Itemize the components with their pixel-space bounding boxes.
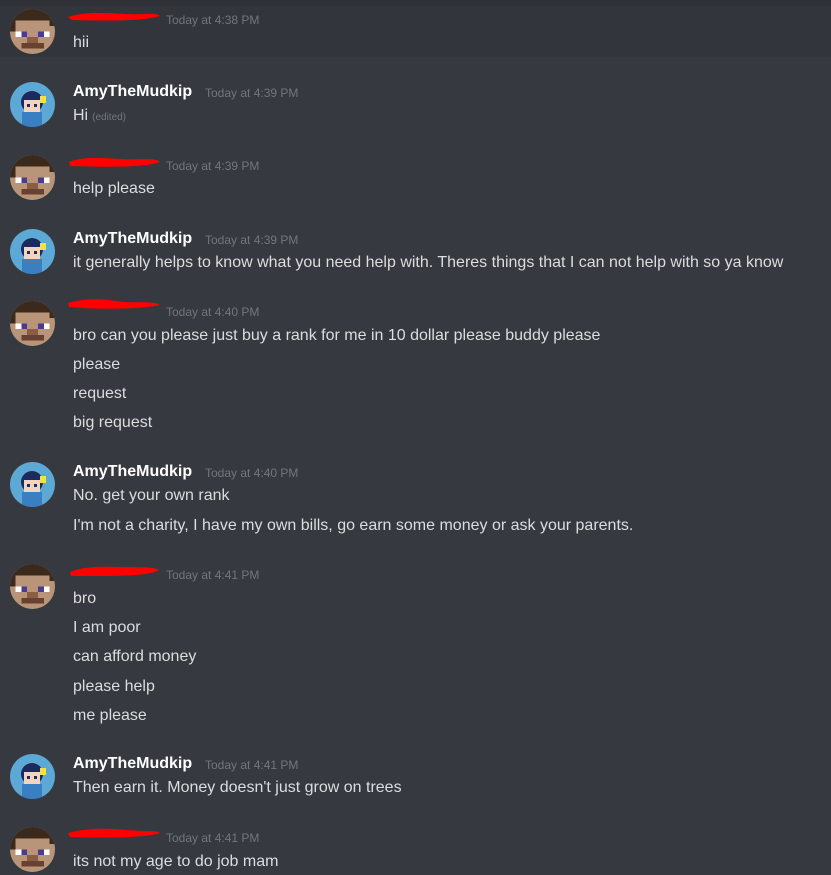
message-text: help please <box>73 180 155 197</box>
message-timestamp: Today at 4:41 PM <box>166 831 260 845</box>
message-text: can afford money <box>73 648 197 665</box>
message-text: hii <box>73 34 90 51</box>
steve-avatar[interactable] <box>10 9 55 54</box>
message-timestamp: Today at 4:41 PM <box>166 568 260 582</box>
message-group: AmyTheMudkip Today at 4:41 PM Then earn … <box>0 754 831 806</box>
message-timestamp: Today at 4:41 PM <box>205 758 299 772</box>
message-timestamp: Today at 4:39 PM <box>205 86 299 100</box>
edited-label: (edited) <box>92 112 127 123</box>
redacted-username <box>69 157 160 167</box>
message-text: bro <box>73 590 97 607</box>
redacted-username <box>70 566 159 577</box>
message-group: Today at 4:38 PM hii <box>0 6 831 57</box>
message-text: Then earn it. Money doesn't just grow on… <box>73 779 402 796</box>
amy-avatar[interactable] <box>10 229 55 274</box>
redacted-username <box>68 299 160 309</box>
message-timestamp: Today at 4:38 PM <box>166 13 260 27</box>
redacted-username <box>68 828 160 838</box>
message-text: I'm not a charity, I have my own bills, … <box>73 517 634 534</box>
message-text: I am poor <box>73 619 141 636</box>
message-text: please help <box>73 678 155 695</box>
steve-avatar[interactable] <box>10 301 55 346</box>
message-group: Today at 4:40 PM bro can you please just… <box>0 299 831 441</box>
username[interactable]: AmyTheMudkip <box>73 462 192 482</box>
message-timestamp: Today at 4:39 PM <box>166 159 260 173</box>
message-group: Today at 4:39 PM help please <box>0 155 831 207</box>
amy-avatar[interactable] <box>10 82 55 127</box>
message-text-content: Hi <box>73 107 89 124</box>
username[interactable]: AmyTheMudkip <box>73 754 192 774</box>
steve-avatar[interactable] <box>10 827 55 872</box>
message-group: AmyTheMudkip Today at 4:39 PM it general… <box>0 229 831 281</box>
message-text: it generally helps to know what you need… <box>73 254 784 271</box>
amy-avatar[interactable] <box>10 754 55 799</box>
message-group: Today at 4:41 PM its not my age to do jo… <box>0 827 831 875</box>
steve-avatar[interactable] <box>10 564 55 609</box>
username[interactable]: AmyTheMudkip <box>73 229 192 249</box>
message-timestamp: Today at 4:40 PM <box>205 466 299 480</box>
username[interactable]: AmyTheMudkip <box>73 82 192 102</box>
message-group: AmyTheMudkip Today at 4:40 PM No. get yo… <box>0 462 831 542</box>
message-group: AmyTheMudkip Today at 4:39 PM Hi (edited) <box>0 82 831 134</box>
message-timestamp: Today at 4:40 PM <box>166 305 260 319</box>
redacted-username <box>68 12 160 21</box>
message-text: bro can you please just buy a rank for m… <box>73 327 601 344</box>
message-text: me please <box>73 707 147 724</box>
message-text: No. get your own rank <box>73 487 230 504</box>
message-text: Hi (edited) <box>73 105 126 129</box>
steve-avatar[interactable] <box>10 155 55 200</box>
message-text: please <box>73 356 121 373</box>
message-text: big request <box>73 414 153 431</box>
message-group: Today at 4:41 PM bro I am poor can affor… <box>0 564 831 732</box>
message-text: request <box>73 385 127 402</box>
message-text: its not my age to do job mam <box>73 853 279 870</box>
message-timestamp: Today at 4:39 PM <box>205 233 299 247</box>
amy-avatar[interactable] <box>10 462 55 507</box>
